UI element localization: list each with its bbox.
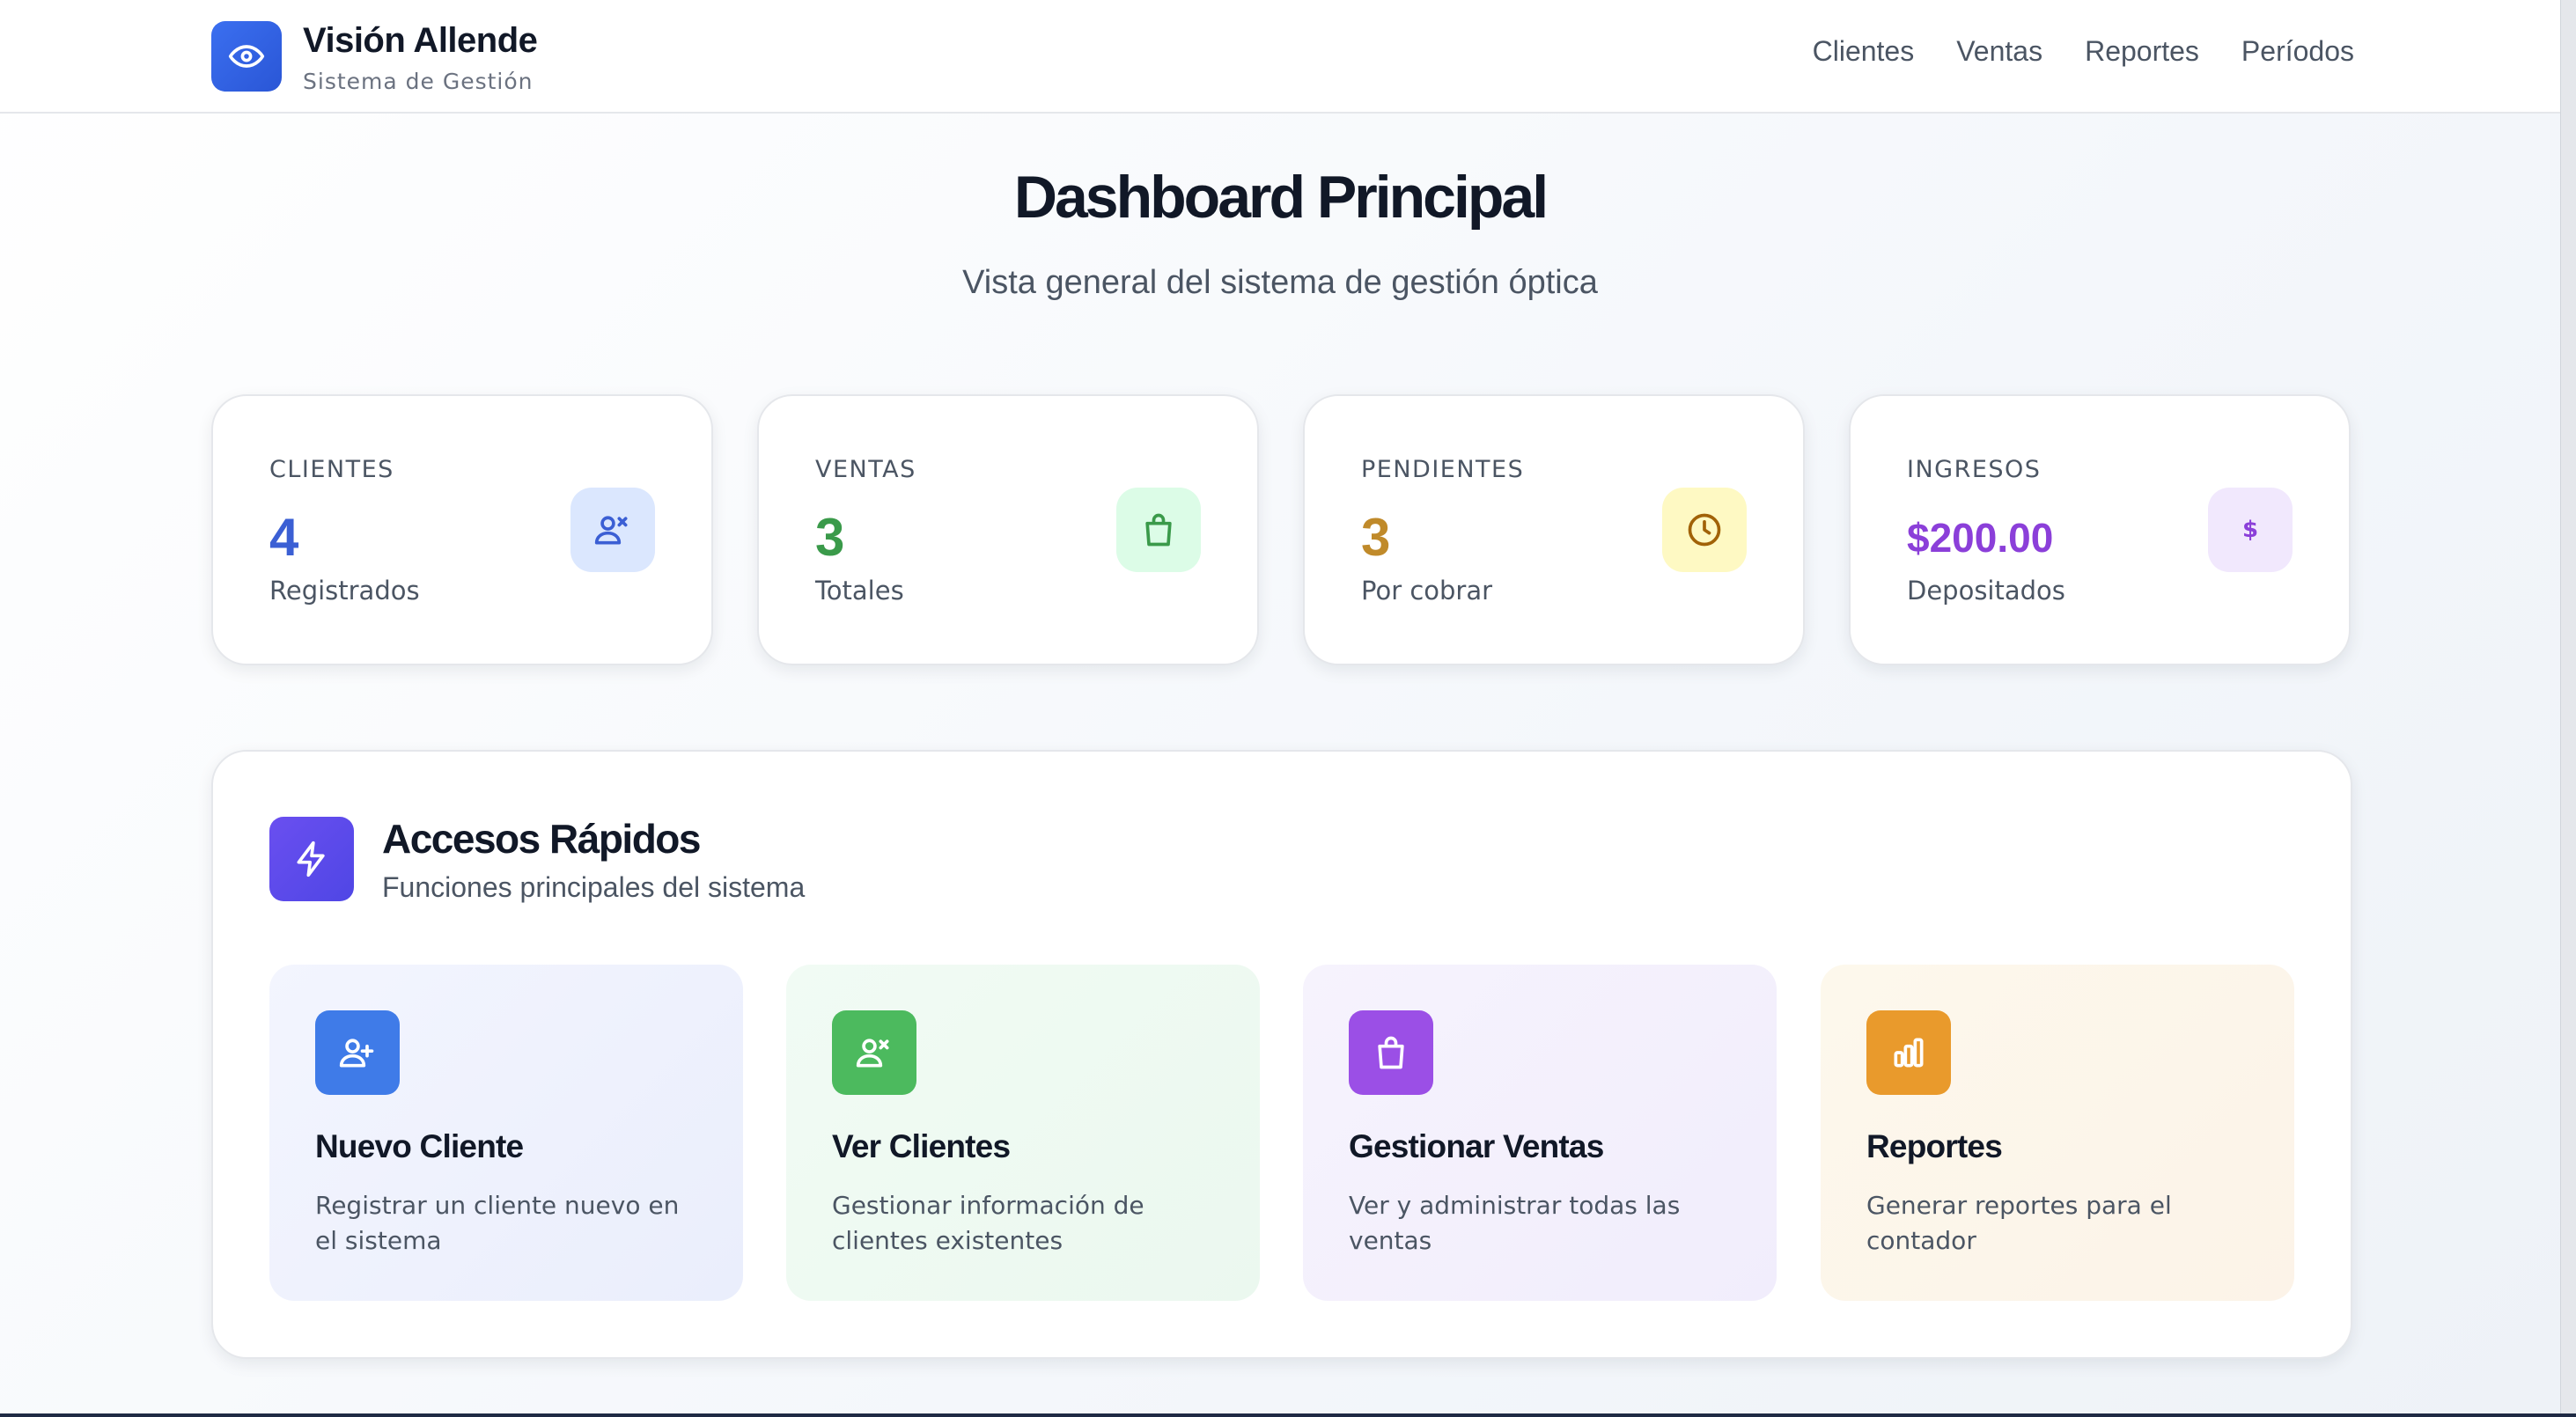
quick-card-title: Gestionar Ventas xyxy=(1349,1128,1604,1164)
quick-card-ver-clientes[interactable]: Ver Clientes Gestionar información de cl… xyxy=(786,965,1260,1301)
user-plus-icon xyxy=(315,1010,400,1095)
stat-card-clientes: CLIENTES 4 Registrados xyxy=(211,394,713,665)
page-subtitle: Vista general del sistema de gestión ópt… xyxy=(962,264,1598,301)
stat-value: 4 xyxy=(269,508,299,567)
app-page: Visión Allende Sistema de Gestión Client… xyxy=(0,0,2560,1417)
quick-card-description: Generar reportes para el contador xyxy=(1866,1191,2172,1255)
stat-value: $200.00 xyxy=(1907,515,2054,561)
top-header: Visión Allende Sistema de Gestión Client… xyxy=(0,0,2560,114)
quick-card-title: Reportes xyxy=(1866,1128,2003,1164)
quick-access-panel: Accesos Rápidos Funciones principales de… xyxy=(211,750,2352,1359)
window-scrollbar[interactable] xyxy=(2560,0,2576,1417)
quick-access-subtitle: Funciones principales del sistema xyxy=(382,871,806,903)
quick-card-description: Ver y administrar todas las ventas xyxy=(1349,1191,1681,1255)
shopping-bag-icon xyxy=(1349,1010,1433,1095)
stat-label: PENDIENTES xyxy=(1361,456,1525,483)
lightning-icon xyxy=(269,817,354,901)
clock-icon xyxy=(1662,488,1747,572)
eye-icon[interactable] xyxy=(211,21,282,92)
stat-card-ingresos: INGRESOS $200.00 Depositados $ xyxy=(1849,394,2351,665)
quick-card-title: Ver Clientes xyxy=(832,1128,1011,1164)
brand-subtitle: Sistema de Gestión xyxy=(303,69,534,94)
stat-card-pendientes: PENDIENTES 3 Por cobrar xyxy=(1303,394,1805,665)
stat-label: VENTAS xyxy=(815,456,916,483)
quick-card-nuevo-cliente[interactable]: Nuevo Cliente Registrar un cliente nuevo… xyxy=(269,965,743,1301)
quick-card-description: Gestionar información de clientes existe… xyxy=(832,1191,1144,1255)
brand-title[interactable]: Visión Allende xyxy=(303,21,538,61)
nav-link-clientes[interactable]: Clientes xyxy=(1813,35,1915,68)
page-title: Dashboard Principal xyxy=(1013,164,1549,231)
users-icon xyxy=(832,1010,916,1095)
nav-link-ventas[interactable]: Ventas xyxy=(1956,35,2042,68)
stat-caption: Registrados xyxy=(269,576,420,606)
quick-card-title: Nuevo Cliente xyxy=(315,1128,524,1164)
dollar-icon: $ xyxy=(2208,488,2293,572)
quick-card-description: Registrar un cliente nuevo en el sistema xyxy=(315,1191,680,1255)
quick-card-reportes[interactable]: Reportes Generar reportes para el contad… xyxy=(1821,965,2294,1301)
stat-label: CLIENTES xyxy=(269,456,394,483)
quick-access-title: Accesos Rápidos xyxy=(382,816,701,862)
nav-link-periodos[interactable]: Períodos xyxy=(2241,35,2354,68)
stat-caption: Totales xyxy=(815,576,904,606)
bar-chart-icon xyxy=(1866,1010,1951,1095)
stat-value: 3 xyxy=(815,508,845,567)
quick-card-gestionar-ventas[interactable]: Gestionar Ventas Ver y administrar todas… xyxy=(1303,965,1777,1301)
nav-link-reportes[interactable]: Reportes xyxy=(2085,35,2199,68)
stat-caption: Depositados xyxy=(1907,576,2065,606)
stat-label: INGRESOS xyxy=(1907,456,2042,483)
stat-value: 3 xyxy=(1361,508,1391,567)
shopping-bag-icon xyxy=(1116,488,1201,572)
users-icon xyxy=(570,488,655,572)
window-border xyxy=(0,1413,2576,1417)
stat-card-ventas: VENTAS 3 Totales xyxy=(757,394,1259,665)
main-nav: Clientes Ventas Reportes Períodos xyxy=(1813,35,2354,68)
stat-caption: Por cobrar xyxy=(1361,576,1493,606)
